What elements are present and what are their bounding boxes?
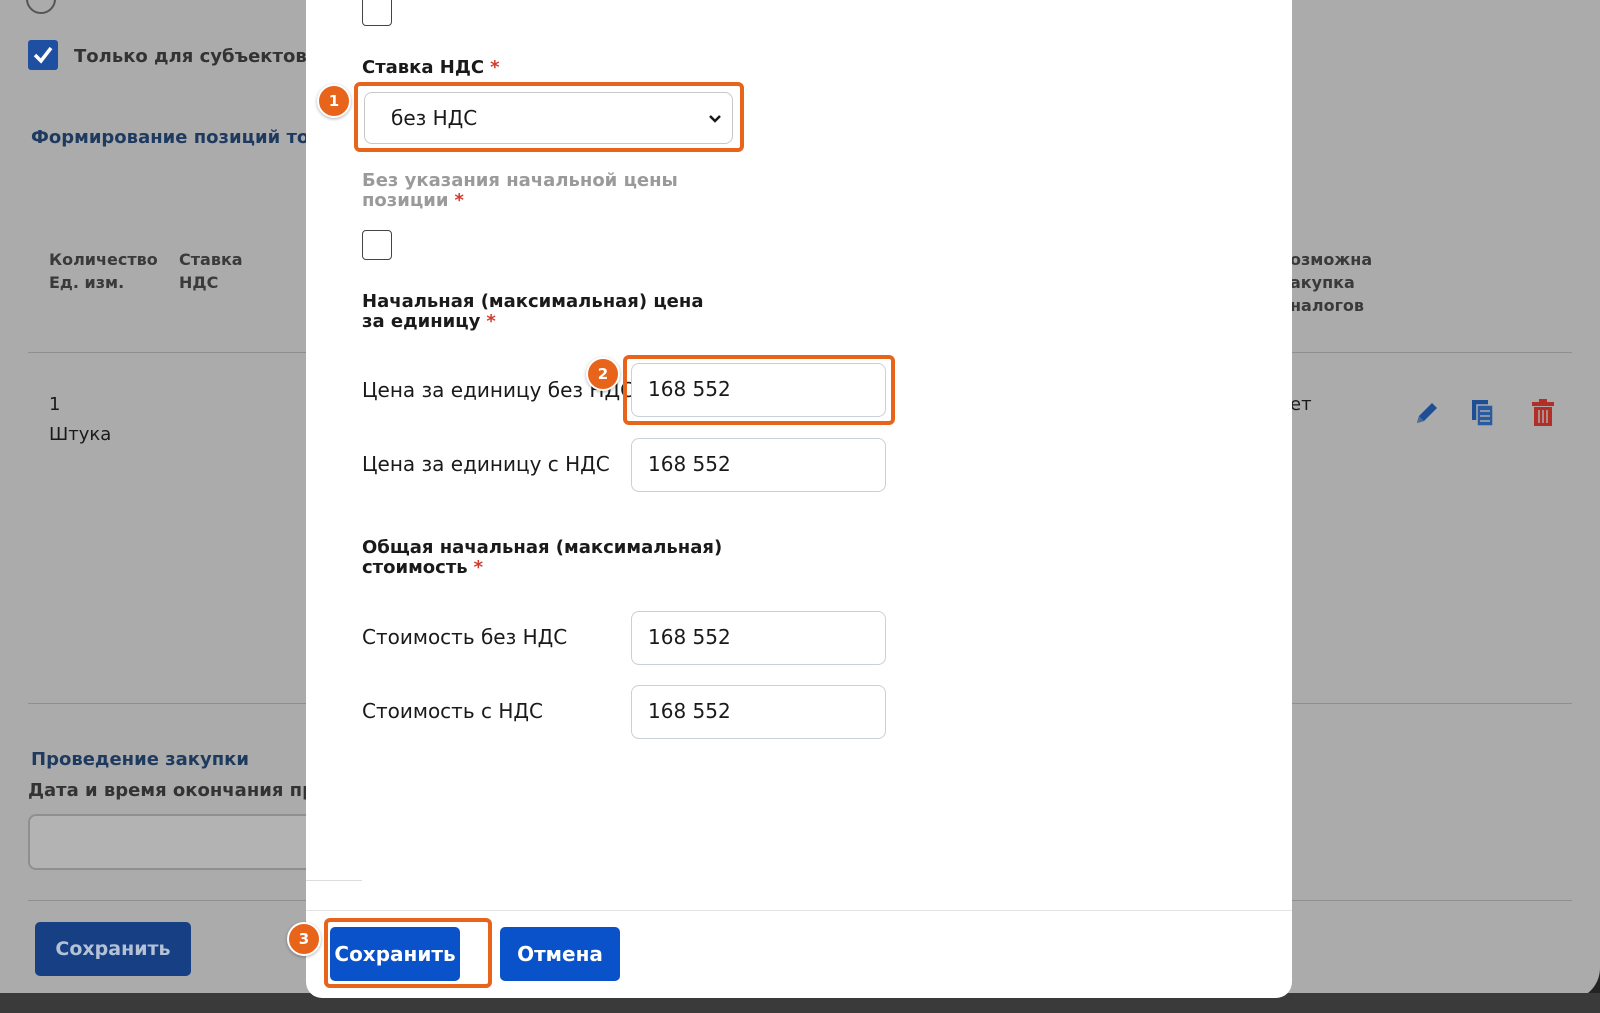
edit-pencil-icon[interactable] — [1412, 398, 1442, 428]
top-checkbox[interactable] — [362, 0, 392, 26]
table-row-analog: ет — [1290, 394, 1312, 415]
unit-price-with-vat-input[interactable]: 168 552 — [631, 438, 886, 492]
no-start-price-label: Без указания начальной цены позиции * — [362, 170, 678, 211]
total-no-vat-label: Стоимость без НДС — [362, 625, 568, 649]
check-icon — [33, 46, 53, 64]
th-analog-purchase: озможна акупка налогов — [1290, 250, 1373, 315]
background-save-button[interactable]: Сохранить — [35, 922, 191, 976]
positions-heading: Формирование позиций то — [31, 127, 310, 148]
smsp-checkbox-label: Только для субъектов м — [74, 46, 328, 67]
position-price-modal: Ставка НДС * без НДС Без указания начальн… — [306, 0, 1292, 998]
highlight-vat-rate — [354, 82, 744, 152]
procurement-heading: Проведение закупки — [31, 749, 250, 770]
smsp-only-checkbox[interactable] — [28, 40, 58, 70]
modal-cancel-button[interactable]: Отмена — [500, 927, 620, 981]
delete-trash-icon[interactable] — [1530, 398, 1556, 428]
total-cost-heading: Общая начальная (максимальная) стоимость… — [362, 537, 723, 578]
radio-button[interactable] — [26, 0, 56, 14]
th-vat-rate: Ставка НДС — [179, 250, 243, 292]
step-marker-2: 2 — [586, 357, 620, 391]
unit-price-with-vat-label: Цена за единицу с НДС — [362, 452, 610, 476]
highlight-save-button — [324, 918, 492, 988]
th-quantity: Количество Ед. изм. — [49, 250, 158, 292]
end-date-label: Дата и время окончания пр — [28, 780, 316, 801]
total-no-vat-input[interactable]: 168 552 — [631, 611, 886, 665]
copy-icon[interactable] — [1470, 398, 1496, 428]
no-start-price-checkbox[interactable] — [362, 230, 392, 260]
table-row-quantity: 1 Штука — [49, 394, 112, 445]
step-marker-1: 1 — [317, 84, 351, 118]
total-with-vat-label: Стоимость с НДС — [362, 699, 543, 723]
divider — [306, 880, 362, 881]
vat-rate-label: Ставка НДС * — [362, 57, 500, 78]
step-marker-3: 3 — [287, 922, 321, 956]
end-date-input[interactable] — [28, 814, 352, 870]
total-with-vat-input[interactable]: 168 552 — [631, 685, 886, 739]
highlight-unit-price — [623, 355, 895, 425]
modal-footer-divider — [306, 910, 1292, 911]
unit-price-heading: Начальная (максимальная) цена за единицу… — [362, 291, 704, 332]
